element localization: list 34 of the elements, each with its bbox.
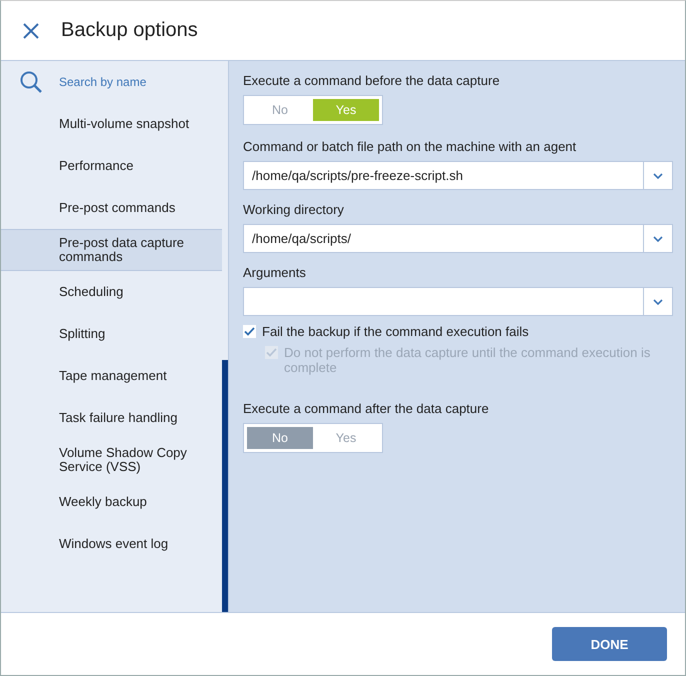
sidebar-item[interactable]: Pre-post data capture commands bbox=[1, 229, 222, 271]
combo-field[interactable] bbox=[243, 287, 643, 316]
done-button[interactable]: DONE bbox=[552, 627, 667, 661]
combo-field[interactable]: /home/qa/scripts/pre-freeze-script.sh bbox=[243, 161, 643, 190]
sidebar-item[interactable]: Weekly backup bbox=[1, 481, 222, 523]
sidebar-item[interactable]: Volume Shadow Copy Service (VSS) bbox=[1, 439, 222, 481]
dialog-title: Backup options bbox=[61, 19, 198, 42]
sidebar-item[interactable]: Performance bbox=[1, 145, 222, 187]
chevron-down-icon bbox=[653, 298, 663, 304]
sidebar-item[interactable]: Splitting bbox=[1, 313, 222, 355]
sidebar-item[interactable]: Multi-volume snapshot bbox=[1, 103, 222, 145]
checkbox[interactable] bbox=[243, 325, 256, 338]
close-button[interactable] bbox=[21, 20, 41, 40]
field-label: Execute a command after the data capture bbox=[243, 401, 490, 416]
sidebar-item[interactable]: Pre-post commands bbox=[1, 187, 222, 229]
search-field[interactable]: Search by name bbox=[57, 74, 217, 90]
sidebar-item[interactable]: Task failure handling bbox=[1, 397, 222, 439]
field-label: Execute a command before the data capture bbox=[243, 73, 501, 88]
dropdown-button[interactable] bbox=[643, 224, 673, 253]
search-icon bbox=[19, 70, 43, 94]
checkbox-label: Fail the backup if the command execution fails bbox=[262, 324, 529, 339]
scrollbar[interactable] bbox=[222, 360, 228, 612]
field-label: Arguments bbox=[243, 265, 307, 280]
checkbox-label: Do not perform the data capture until the command execution is complete bbox=[284, 345, 652, 375]
dropdown-button[interactable] bbox=[643, 287, 673, 316]
field-label: Working directory bbox=[243, 202, 345, 217]
sidebar-item[interactable]: Scheduling bbox=[1, 271, 222, 313]
chevron-down-icon bbox=[653, 172, 663, 178]
sidebar-item[interactable]: Tape management bbox=[1, 355, 222, 397]
dropdown-button[interactable] bbox=[643, 161, 673, 190]
chevron-down-icon bbox=[653, 236, 663, 242]
combo-field[interactable]: /home/qa/scripts/ bbox=[243, 224, 643, 253]
sidebar-item[interactable]: Windows event log bbox=[1, 523, 222, 565]
field-label: Command or batch file path on the machine with an agent bbox=[243, 139, 578, 154]
